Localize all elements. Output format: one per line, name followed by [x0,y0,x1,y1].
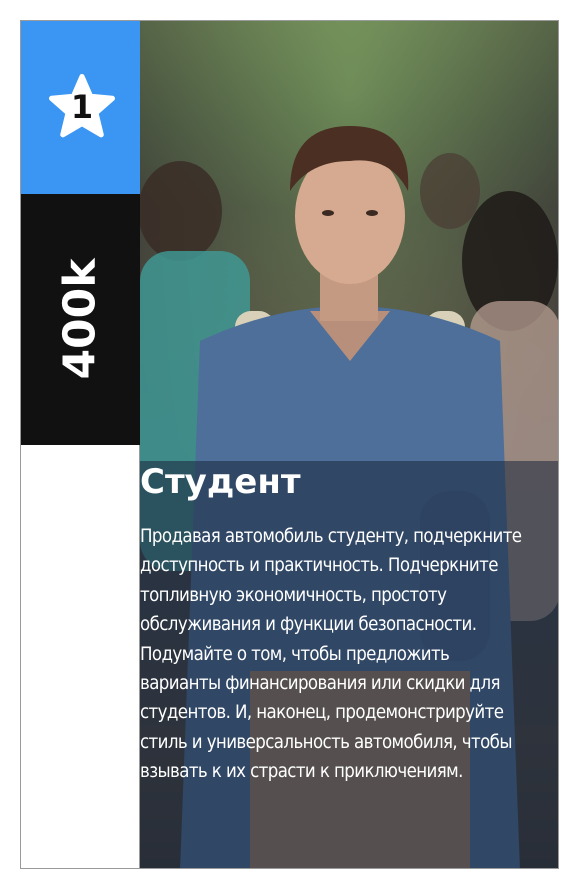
card-title: Студент [140,462,301,502]
price-label: 400k [54,258,106,380]
rank-badge: 1 [21,21,140,194]
card-sidebar: 1 400k [21,21,140,868]
price-panel: 400k [21,194,140,445]
card-description: Продавая автомобиль студенту, подчеркнит… [140,526,522,783]
rank-number: 1 [70,88,94,126]
